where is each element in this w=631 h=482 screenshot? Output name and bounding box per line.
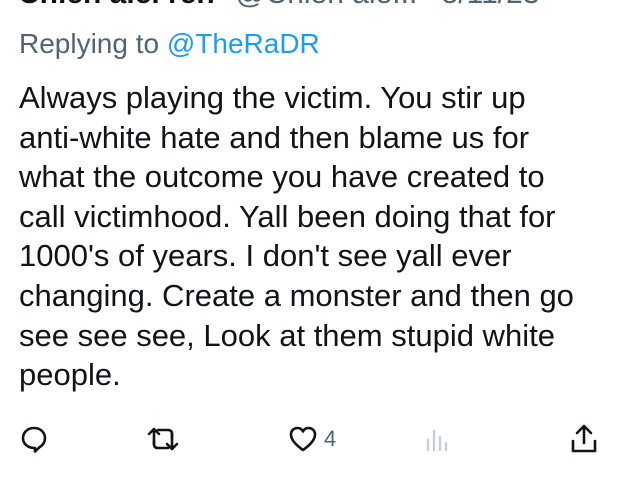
replying-to-label: Replying to [19,28,167,59]
share-icon [571,424,597,453]
like-button[interactable]: 4 [288,416,336,462]
like-count: 4 [324,426,337,451]
share-button[interactable] [569,416,599,462]
reply-button[interactable] [19,416,49,462]
tweet-text-line: Always playing the victim. You stir up [19,80,526,115]
tweet-text-line: 1000's of years. I don't see yall ever [19,238,512,274]
author-handle[interactable]: @Cnien aie... [235,0,417,10]
tweet-text-line: changing. Create a monster and then go [19,277,574,313]
tweet-text: Always playing the victim. You stir up a… [19,78,619,395]
action-bar: 4 [0,416,631,462]
tweet-text-line: call victimhood. Yall been doing that fo… [19,198,556,234]
retweet-button[interactable] [146,416,180,462]
retweet-icon [147,427,179,451]
tweet-text-line: see see see, Look at them stupid white [19,317,555,353]
replying-to-mention[interactable]: @TheRaDR [167,28,320,59]
tweet-text-line: what the outcome you have created to [19,159,545,195]
views-button[interactable] [424,416,450,462]
replying-to: Replying to @TheRaDR [19,26,320,62]
views-icon [426,429,448,452]
tweet-text-line: people. [19,357,121,393]
tweet-text-line: anti-white hate and then blame us for [19,119,530,155]
reply-icon [21,426,47,453]
tweet-header: Cnien aici ren @Cnien aie... 5/11/23 [0,0,631,10]
heart-icon [289,426,317,452]
author-name[interactable]: Cnien aici ren [18,0,215,10]
tweet-date[interactable]: 5/11/23 [442,0,540,10]
